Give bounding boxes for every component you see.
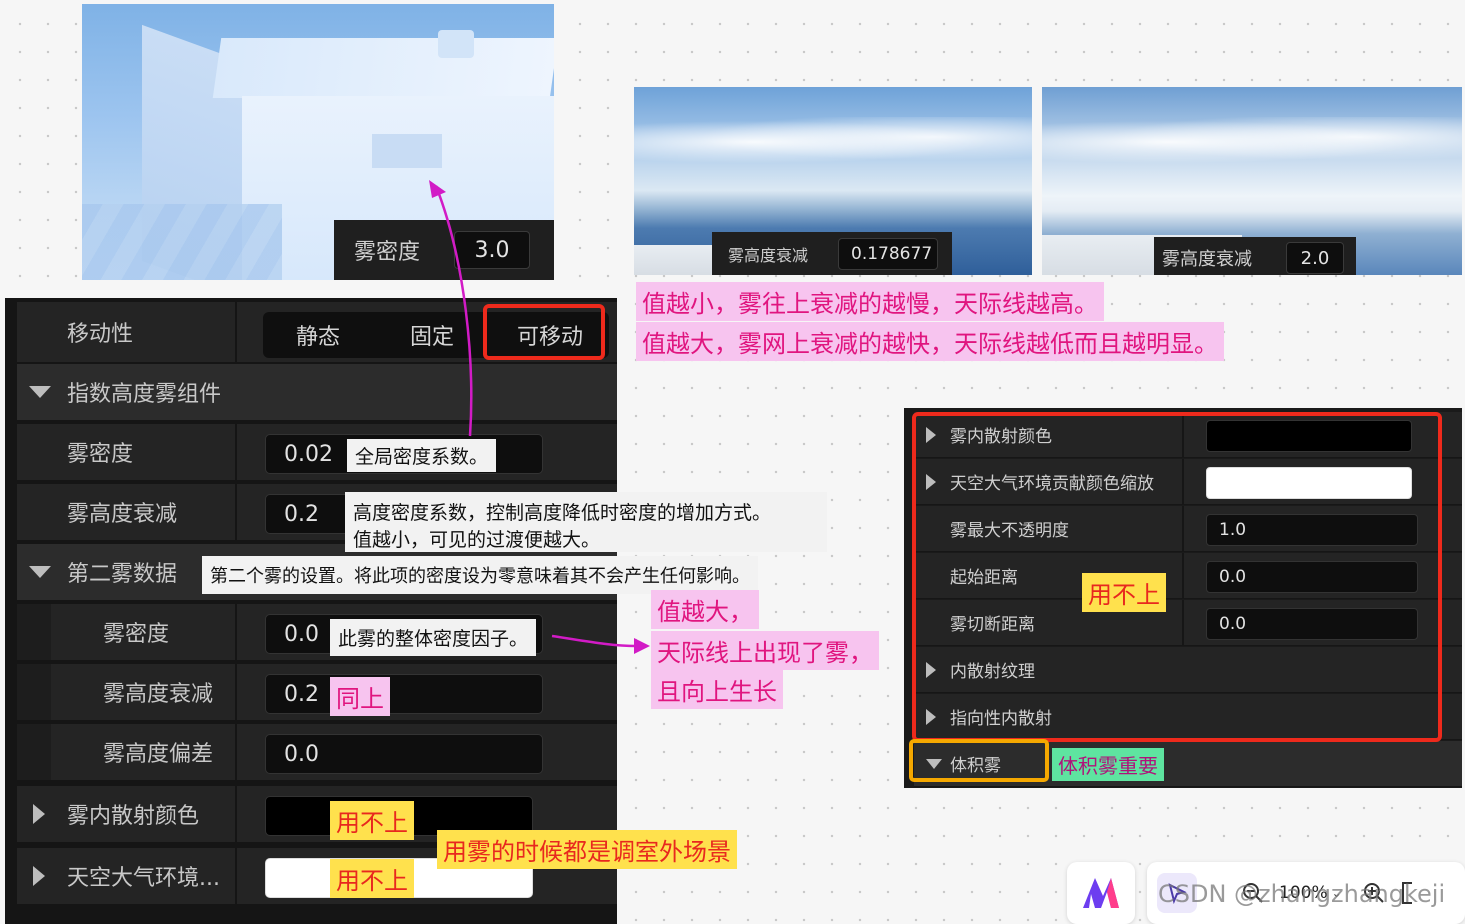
note-volumetric-important: 体积雾重要 [1052,748,1164,781]
arrow-to-scene1 [434,185,473,437]
highlight-volumetric-fog [909,739,1049,782]
arrow-to-bigger-note-head [634,638,650,654]
highlight-unused-group [912,412,1442,742]
watermark: CSDN @zhangzhangkeji [1158,880,1446,908]
note-unused-right: 用不上 [1082,573,1166,612]
app-logo-icon [1083,878,1119,908]
app-logo-tile[interactable] [1067,862,1135,924]
arrow-to-scene1-head [429,180,446,198]
arrow-to-bigger-note [551,634,637,648]
